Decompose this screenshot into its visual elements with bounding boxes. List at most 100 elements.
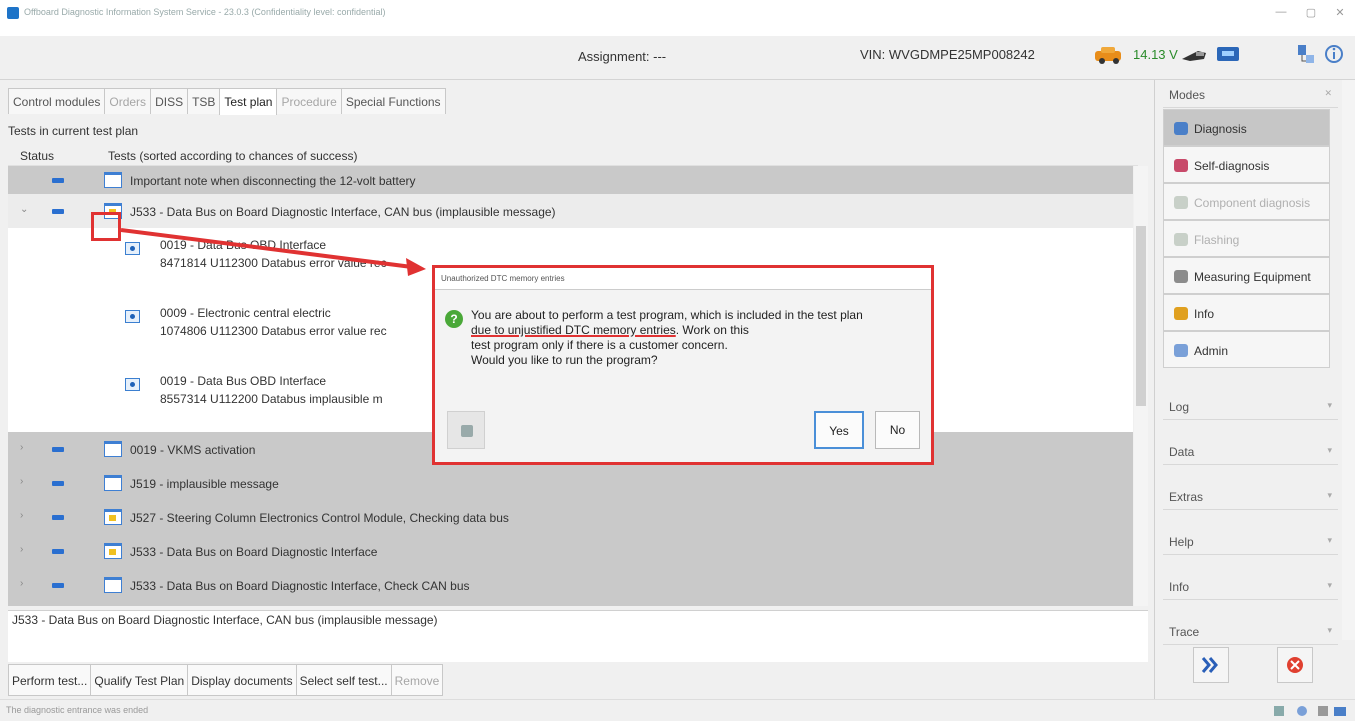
mode-measuring-equipment[interactable]: Measuring Equipment: [1163, 257, 1330, 294]
status-text: The diagnostic entrance was ended: [6, 705, 149, 715]
sidebar-scrollbar[interactable]: [1342, 80, 1355, 640]
mode-flashing[interactable]: Flashing: [1163, 220, 1330, 257]
subrow-title: 0019 - Data Bus OBD Interface: [160, 238, 327, 252]
forward-button[interactable]: [1193, 647, 1229, 683]
table-row[interactable]: ⌄ J533 - Data Bus on Board Diagnostic In…: [8, 194, 1133, 228]
panel-title: Data: [1169, 445, 1195, 459]
exit-icon: [1287, 657, 1303, 673]
info-badge-icon: [125, 378, 140, 391]
dialog-tool-button[interactable]: [447, 411, 485, 449]
expand-icon[interactable]: ▾: [1327, 580, 1332, 591]
tab-test-plan[interactable]: Test plan: [219, 88, 278, 115]
tab-tsb[interactable]: TSB: [187, 88, 221, 114]
status-indicator-icon: [52, 209, 64, 214]
yes-button[interactable]: Yes: [814, 411, 864, 449]
mode-component-diagnosis[interactable]: Component diagnosis: [1163, 183, 1330, 220]
document-icon: [104, 577, 122, 593]
chevron-down-icon[interactable]: ⌄: [20, 204, 28, 215]
mode-label: Flashing: [1194, 233, 1240, 247]
main-tabs: Control modules Orders DISS TSB Test pla…: [8, 88, 446, 115]
mode-label: Diagnosis: [1194, 122, 1247, 136]
expand-icon[interactable]: ▾: [1327, 400, 1332, 411]
warning-document-icon: [104, 543, 122, 559]
mode-label: Info: [1194, 307, 1215, 321]
dialog-title: Unauthorized DTC memory entries: [441, 274, 565, 283]
chevron-right-icon[interactable]: ›: [20, 510, 23, 521]
connection-icon[interactable]: [1215, 43, 1241, 65]
document-icon: [104, 475, 122, 491]
chevron-right-icon[interactable]: ›: [20, 476, 23, 487]
qualify-test-plan-button[interactable]: Qualify Test Plan: [90, 664, 189, 696]
voltage-readout: 14.13 V: [1133, 47, 1178, 62]
table-row[interactable]: › J527 - Steering Column Electronics Con…: [8, 500, 1133, 534]
window-title: Offboard Diagnostic Information System S…: [24, 7, 386, 17]
component-icon: [1174, 196, 1188, 209]
close-button[interactable]: ✕: [1325, 6, 1355, 19]
tab-orders[interactable]: Orders: [104, 88, 152, 114]
table-row[interactable]: › J533 - Data Bus on Board Diagnostic In…: [8, 534, 1133, 568]
table-row[interactable]: Important note when disconnecting the 12…: [8, 166, 1133, 194]
expand-icon[interactable]: ▾: [1327, 445, 1332, 456]
minimize-button[interactable]: —: [1266, 6, 1296, 18]
test-list-scrollbar[interactable]: [1134, 166, 1148, 606]
info-icon[interactable]: [1324, 43, 1344, 65]
expand-icon[interactable]: ▾: [1327, 535, 1332, 546]
mode-diagnosis[interactable]: Diagnosis: [1163, 109, 1330, 146]
vehicle-info-bar: Assignment: --- VIN: WVGDMPE25MP008242 1…: [0, 36, 1355, 80]
message-highlight: due to unjustified DTC memory entries: [471, 323, 676, 337]
test-label: J527 - Steering Column Electronics Contr…: [130, 511, 509, 525]
mode-label: Admin: [1194, 344, 1229, 358]
tab-special-functions[interactable]: Special Functions: [340, 88, 446, 114]
subrow-detail: 1074806 U112300 Databus error value rec: [160, 324, 387, 338]
expand-icon[interactable]: ▾: [1327, 625, 1332, 636]
subrow-title: 0019 - Data Bus OBD Interface: [160, 374, 327, 388]
table-row[interactable]: › J519 - implausible message: [8, 466, 1133, 500]
info-panel-header[interactable]: Info ▾: [1163, 572, 1338, 600]
vin-label: VIN: WVGDMPE25MP008242: [860, 47, 1035, 62]
double-chevron-right-icon: [1201, 657, 1218, 673]
select-self-test-button[interactable]: Select self test...: [295, 664, 392, 696]
obd-plug-icon: [1182, 51, 1206, 61]
scrollbar-thumb[interactable]: [1136, 226, 1146, 406]
chevron-right-icon[interactable]: ›: [20, 442, 23, 453]
chevron-right-icon[interactable]: ›: [20, 544, 23, 555]
tab-diss[interactable]: DISS: [150, 88, 189, 114]
status-column-header[interactable]: Status: [20, 149, 54, 163]
test-label: J533 - Data Bus on Board Diagnostic Inte…: [130, 579, 470, 593]
expand-icon[interactable]: ▾: [1327, 490, 1332, 501]
chevron-right-icon[interactable]: ›: [20, 578, 23, 589]
mode-self-diagnosis[interactable]: Self-diagnosis: [1163, 146, 1330, 183]
exit-button[interactable]: [1277, 647, 1313, 683]
tool-icon: [461, 425, 473, 437]
tab-procedure[interactable]: Procedure: [276, 88, 342, 114]
data-panel-header[interactable]: Data ▾: [1163, 437, 1338, 465]
panel-title: Extras: [1169, 490, 1204, 504]
tests-column-header[interactable]: Tests (sorted according to chances of su…: [108, 149, 357, 163]
app-icon: [7, 7, 19, 19]
status-indicator-icon: [52, 481, 64, 486]
document-icon: [104, 172, 122, 188]
mode-admin[interactable]: Admin: [1163, 331, 1330, 368]
test-label: Important note when disconnecting the 12…: [130, 174, 416, 188]
mode-label: Measuring Equipment: [1194, 270, 1311, 284]
panel-title: Log: [1169, 400, 1190, 414]
maximize-button[interactable]: ▢: [1296, 6, 1326, 19]
log-panel-header[interactable]: Log ▾: [1163, 392, 1338, 420]
remove-button[interactable]: Remove: [390, 664, 444, 696]
no-button[interactable]: No: [875, 411, 920, 449]
display-documents-button[interactable]: Display documents: [187, 664, 297, 696]
description-text: J533 - Data Bus on Board Diagnostic Inte…: [12, 613, 438, 627]
modes-panel-header[interactable]: Modes ✕: [1163, 80, 1338, 108]
network-icon[interactable]: [1294, 43, 1318, 65]
perform-test-button[interactable]: Perform test...: [8, 664, 92, 696]
mode-info[interactable]: Info: [1163, 294, 1330, 331]
message-line: Would you like to run the program?: [471, 353, 658, 367]
help-panel-header[interactable]: Help ▾: [1163, 527, 1338, 555]
extras-panel-header[interactable]: Extras ▾: [1163, 482, 1338, 510]
trace-panel-header[interactable]: Trace ▾: [1163, 617, 1338, 645]
status-bar: The diagnostic entrance was ended: [0, 699, 1355, 721]
status-indicator-icon: [52, 549, 64, 554]
tab-control-modules[interactable]: Control modules: [8, 88, 106, 114]
table-row[interactable]: › J533 - Data Bus on Board Diagnostic In…: [8, 568, 1133, 606]
collapse-icon[interactable]: ✕: [1324, 88, 1332, 99]
